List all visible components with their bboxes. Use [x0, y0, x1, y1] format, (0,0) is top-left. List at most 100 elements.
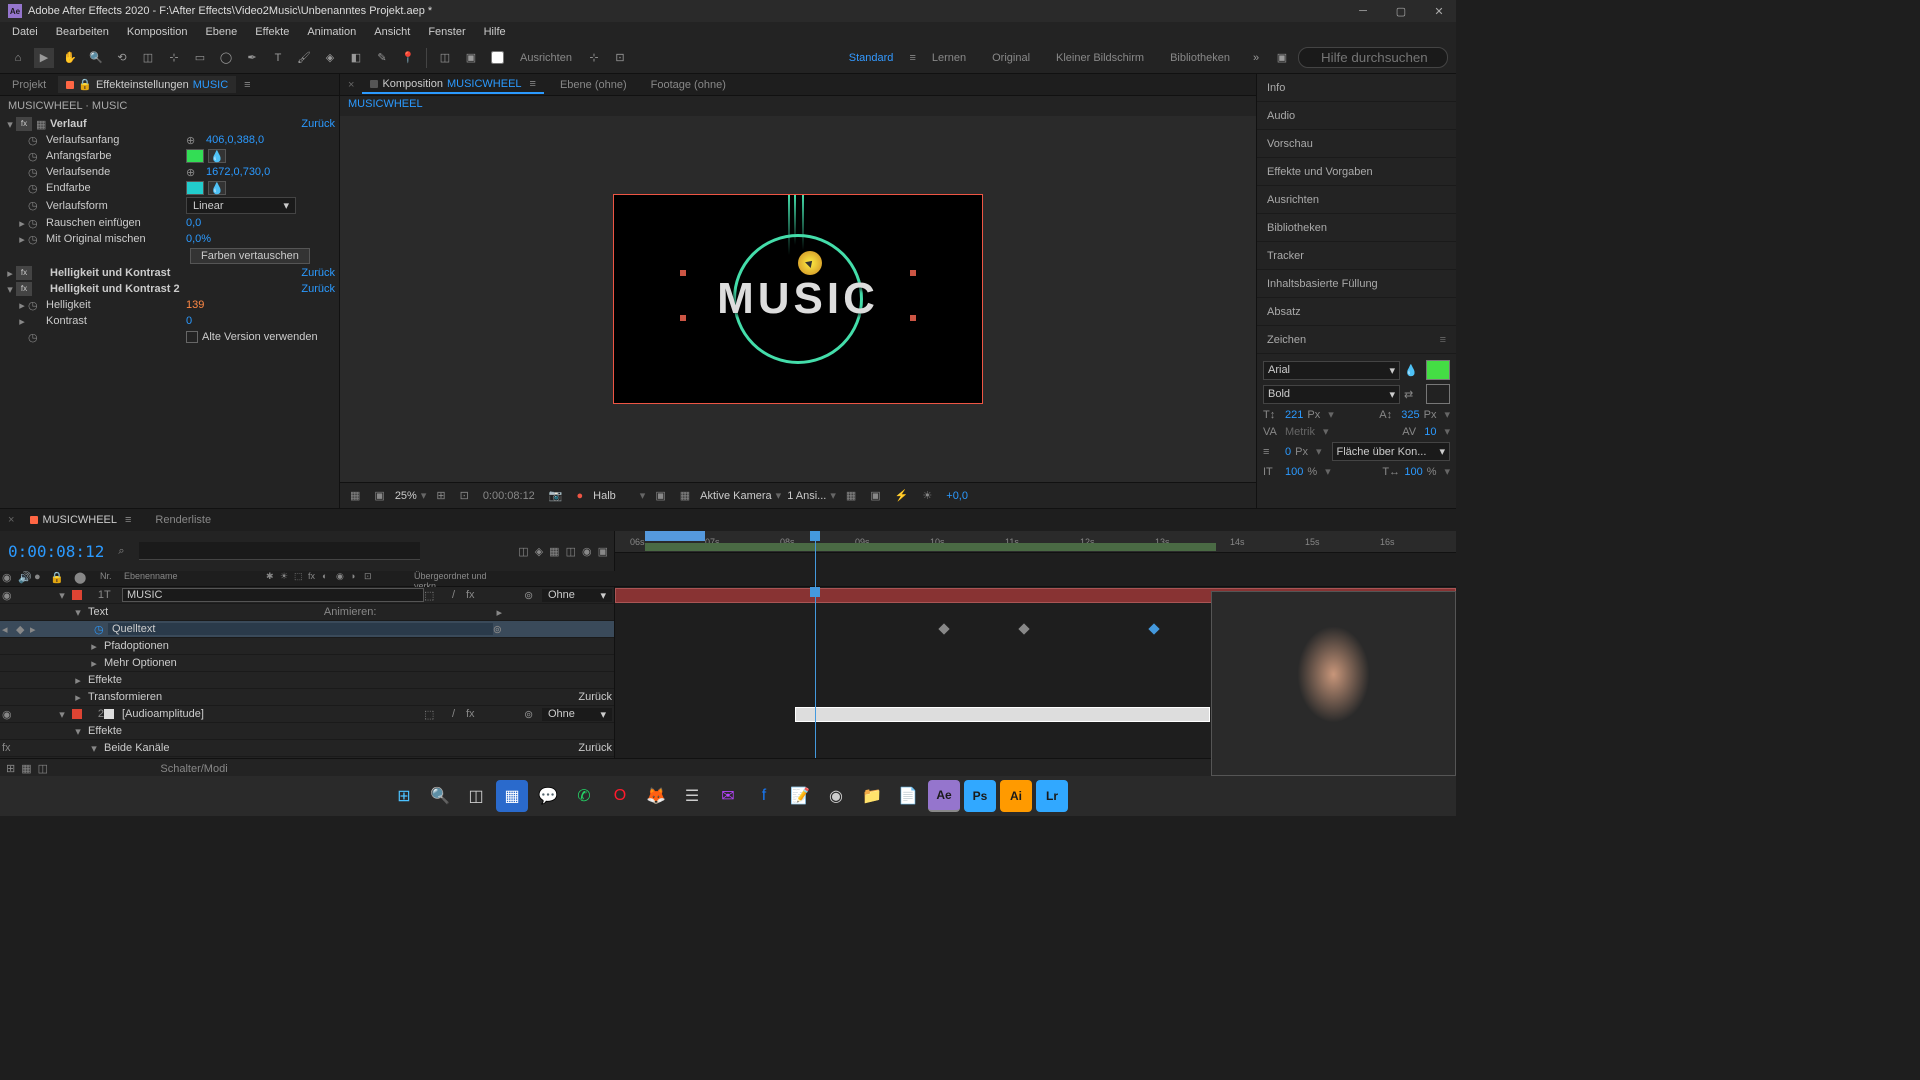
keyframe-nav-add[interactable]: ◆ — [16, 623, 30, 636]
fill-over-dropdown[interactable]: Fläche über Kon...▾ — [1332, 442, 1451, 461]
viewer-area[interactable]: MUSIC — [340, 116, 1256, 482]
snap-1[interactable]: ◫ — [435, 48, 455, 68]
snap-4[interactable]: ⊡ — [610, 48, 630, 68]
shy-icon[interactable]: ▦ — [549, 545, 559, 558]
panel-bibliotheken[interactable]: Bibliotheken — [1257, 214, 1456, 242]
layer-name[interactable]: [Audioamplitude] — [118, 708, 424, 720]
switcher-label[interactable]: Schalter/Modi — [54, 763, 334, 775]
roto-tool[interactable]: ✎ — [372, 48, 392, 68]
timecode-display[interactable]: 0:00:08:12 — [479, 490, 539, 502]
twisty-icon[interactable]: ▸ — [16, 217, 28, 230]
mask-icon[interactable]: ▣ — [370, 489, 388, 502]
stopwatch-icon[interactable]: ◷ — [28, 331, 42, 344]
layer-prop-row[interactable]: ▾ Text Animieren: ▸ — [0, 604, 614, 621]
tab-ebene[interactable]: Ebene (ohne) — [552, 77, 635, 93]
effect-helligkeit-2[interactable]: Helligkeit und Kontrast 2 — [50, 283, 190, 295]
selection-handle[interactable] — [910, 270, 916, 276]
val-rauschen[interactable]: 0,0 — [186, 217, 201, 229]
brush-tool[interactable]: 🖌 — [294, 48, 314, 68]
twisty-icon[interactable]: ▸ — [72, 691, 84, 704]
layer-prop-row[interactable]: ▸ Transformieren Zurück — [0, 689, 614, 706]
grid-icon[interactable]: ⊡ — [456, 489, 473, 502]
maximize-button[interactable]: ▢ — [1392, 2, 1410, 20]
exposure-value[interactable]: +0,0 — [942, 490, 972, 502]
zoom-dropdown[interactable]: 25%▾ — [395, 489, 427, 502]
frame-blend-icon[interactable]: ◫ — [566, 545, 576, 558]
toggle-modes-icon[interactable]: ▦ — [21, 762, 31, 775]
solo-col-icon[interactable]: ● — [34, 571, 48, 586]
res-icon[interactable]: ⊞ — [432, 489, 449, 502]
dropdown-verlaufsform[interactable]: Linear▾ — [186, 197, 296, 214]
panel-vorschau[interactable]: Vorschau — [1257, 130, 1456, 158]
layer-name-edit[interactable]: MUSIC — [122, 588, 424, 602]
twisty-icon[interactable]: ▾ — [4, 118, 16, 131]
label-col-icon[interactable]: ⬤ — [74, 572, 86, 584]
workspace-original[interactable]: Original — [982, 52, 1040, 64]
puppet-tool[interactable]: 📍 — [398, 48, 418, 68]
selection-tool[interactable]: ▶ — [34, 48, 54, 68]
visibility-icon[interactable]: ◉ — [2, 589, 16, 602]
text-tool[interactable]: T — [268, 48, 288, 68]
transparency-icon[interactable]: ▦ — [676, 489, 694, 502]
layer-color[interactable] — [72, 709, 82, 719]
panel-info[interactable]: Info — [1257, 74, 1456, 102]
fx-toggle[interactable]: fx — [16, 282, 32, 296]
swap-colors-button[interactable]: Farben vertauschen — [190, 248, 310, 264]
workspace-bibliotheken[interactable]: Bibliotheken — [1160, 52, 1240, 64]
facebook-icon[interactable]: f — [748, 780, 780, 812]
after-effects-icon[interactable]: Ae — [928, 780, 960, 812]
crosshair-icon[interactable]: ⊕ — [186, 166, 200, 179]
timeline-search[interactable] — [139, 542, 421, 560]
stopwatch-icon[interactable]: ◷ — [28, 134, 42, 147]
menu-hilfe[interactable]: Hilfe — [476, 24, 514, 40]
app-icon[interactable]: ☰ — [676, 780, 708, 812]
val-mischen[interactable]: 0,0% — [186, 233, 211, 245]
layer-prop-row[interactable]: ▾ Effekte — [0, 723, 614, 740]
tab-timeline-comp[interactable]: MUSICWHEEL≡ — [22, 512, 139, 528]
twisty-icon[interactable]: ▾ — [56, 589, 68, 602]
twisty-icon[interactable]: ▸ — [88, 657, 100, 670]
eraser-tool[interactable]: ◧ — [346, 48, 366, 68]
menu-animation[interactable]: Animation — [299, 24, 364, 40]
menu-ansicht[interactable]: Ansicht — [366, 24, 418, 40]
parent-pickwhip-icon[interactable]: ⊚ — [524, 708, 542, 721]
tracking[interactable]: 10 — [1424, 426, 1436, 438]
visibility-icon[interactable]: ◉ — [2, 708, 16, 721]
stopwatch-icon[interactable]: ◷ — [28, 199, 42, 212]
workspace-lernen[interactable]: Lernen — [922, 52, 976, 64]
stopwatch-icon[interactable]: ◷ — [28, 166, 42, 179]
motion-blur-icon[interactable]: ◉ — [582, 545, 592, 558]
tab-komposition[interactable]: Komposition MUSICWHEEL ≡ — [362, 76, 544, 94]
twisty-icon[interactable]: ▾ — [72, 725, 84, 738]
keyframe[interactable] — [1018, 623, 1029, 634]
stopwatch-active-icon[interactable]: ◷ — [94, 623, 108, 636]
layer-prop-row[interactable]: fx ▾ Beide Kanäle Zurück — [0, 740, 614, 757]
whatsapp-icon[interactable]: ✆ — [568, 780, 600, 812]
camera-tool[interactable]: ◫ — [138, 48, 158, 68]
taskbar-search-icon[interactable]: 🔍 — [424, 780, 456, 812]
workspace-kleiner[interactable]: Kleiner Bildschirm — [1046, 52, 1154, 64]
firefox-icon[interactable]: 🦊 — [640, 780, 672, 812]
eyedropper-icon[interactable]: 💧 — [1404, 364, 1422, 377]
twisty-icon[interactable]: ▾ — [72, 606, 84, 619]
panel-effekte-vorgaben[interactable]: Effekte und Vorgaben — [1257, 158, 1456, 186]
exposure-icon[interactable]: ☀ — [918, 489, 936, 502]
illustrator-icon[interactable]: Ai — [1000, 780, 1032, 812]
keyframe-nav-next[interactable]: ▸ — [30, 623, 44, 636]
stroke-color-swatch[interactable] — [1426, 384, 1450, 404]
menu-komposition[interactable]: Komposition — [119, 24, 196, 40]
val-kontrast[interactable]: 0 — [186, 315, 192, 327]
timeline-ruler[interactable]: 06s 07s 08s 09s 10s 11s 12s 13s 14s 15s … — [615, 531, 1456, 553]
search-icon[interactable]: ⌕ — [118, 545, 124, 558]
reset-link[interactable]: Zurück — [301, 283, 335, 295]
eyedropper-icon[interactable]: 💧 — [208, 181, 226, 195]
reset-link[interactable]: Zurück — [301, 267, 335, 279]
minimize-button[interactable]: ─ — [1354, 2, 1372, 20]
val-verlaufsende[interactable]: 1672,0,730,0 — [206, 166, 270, 178]
twisty-icon[interactable]: ▸ — [16, 233, 28, 246]
rotate-tool[interactable]: ⟲ — [112, 48, 132, 68]
start-button[interactable]: ⊞ — [388, 780, 420, 812]
workspace-overflow[interactable]: » — [1246, 48, 1266, 68]
layer-row[interactable]: ◉ ▾ 1 T MUSIC ⬚/fx ⊚ Ohne▾ — [0, 587, 614, 604]
fx-toggle[interactable]: fx — [16, 266, 32, 280]
